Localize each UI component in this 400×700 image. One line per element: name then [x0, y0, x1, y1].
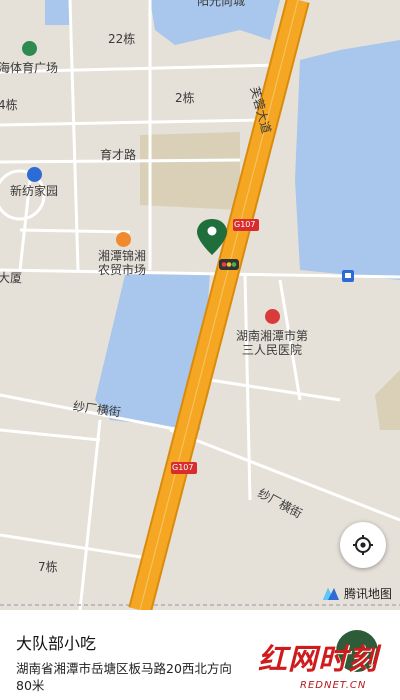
- label-xinfang-jiayuan: 新纺家园: [10, 184, 59, 198]
- label-g107-bottom: G107: [172, 463, 194, 472]
- place-address: 湖南省湘潭市岳塘区板马路20西北方向: [16, 661, 232, 676]
- label-g107-top: G107: [234, 220, 256, 229]
- park-area: [140, 132, 240, 210]
- bus-stop-icon: [342, 270, 354, 282]
- place-name: 大队部小吃: [16, 634, 97, 653]
- label-yangguang: 阳光尚城: [197, 0, 246, 8]
- residential-icon[interactable]: [27, 167, 42, 182]
- label-building-22: 22栋: [108, 32, 136, 46]
- crosshair-icon: [353, 535, 373, 555]
- map-view[interactable]: 阳光尚城 22栋 海体育广场 4栋 2栋 育才路 芙蓉大道 新纺家园 G107 …: [0, 0, 400, 610]
- label-market: 湘潭锦湘 农贸市场: [98, 249, 147, 277]
- locate-button[interactable]: [340, 522, 386, 568]
- water-right: [295, 40, 400, 280]
- market-icon[interactable]: [116, 232, 131, 247]
- water-small: [45, 0, 70, 25]
- park-icon[interactable]: [22, 41, 37, 56]
- traffic-light-icon: [219, 259, 239, 270]
- label-dasha: 大厦: [0, 271, 23, 285]
- hospital-icon[interactable]: [265, 309, 280, 324]
- place-distance: 80米: [16, 678, 45, 693]
- tencent-map-logo-icon: [323, 587, 339, 600]
- label-building-2: 2栋: [175, 91, 195, 105]
- label-building-7: 7栋: [38, 560, 58, 574]
- label-building-4: 4栋: [0, 98, 18, 112]
- navigate-button[interactable]: [336, 630, 378, 672]
- map-canvas: [0, 0, 400, 610]
- label-sports-square: 海体育广场: [0, 61, 59, 75]
- attribution-text: 腾讯地图: [344, 587, 393, 601]
- label-yucai-road: 育才路: [100, 148, 137, 162]
- map-attribution: 腾讯地图: [322, 585, 392, 602]
- label-hospital: 湖南湘潭市第 三人民医院: [236, 329, 309, 357]
